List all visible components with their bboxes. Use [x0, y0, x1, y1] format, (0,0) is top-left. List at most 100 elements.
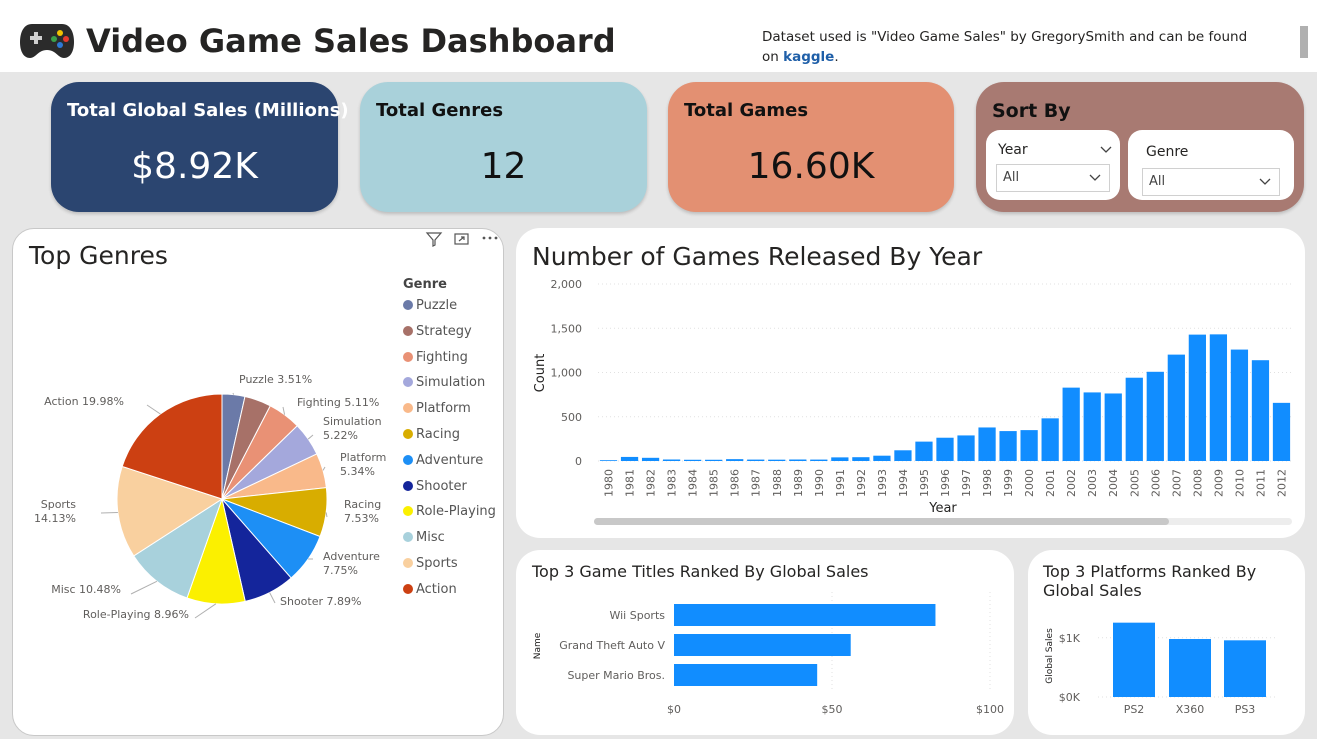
x-tick-label: $100: [976, 703, 1004, 716]
pie-leader-line: [325, 512, 328, 518]
bar-2011: [1251, 360, 1270, 461]
top-platforms-chart[interactable]: $0K $1K PS2 X360 PS3 Global Sales: [1028, 550, 1305, 735]
bar-1993: [873, 455, 891, 461]
x-tick-label: 2004: [1107, 469, 1120, 497]
x-axis-title: Year: [928, 501, 957, 516]
legend-item-simulation[interactable]: Simulation: [403, 375, 485, 390]
x-tick-label: 2002: [1065, 469, 1078, 497]
pie-data-label: Sports 14.13%: [34, 498, 76, 525]
kaggle-link[interactable]: kaggle: [783, 49, 834, 65]
pie-leader-line: [130, 580, 158, 595]
x-tick-label: 1982: [645, 469, 658, 497]
top-titles-chart[interactable]: $0 $50 $100 Wii Sports Grand Theft Auto V Sup…: [516, 550, 1014, 735]
top-titles-panel: Top 3 Game Titles Ranked By Global Sales…: [516, 550, 1014, 735]
bar-2012: [1272, 402, 1291, 461]
x-tick-label: 1986: [729, 469, 742, 497]
x-tick-label: 2012: [1275, 469, 1288, 497]
bar-2006: [1146, 371, 1164, 461]
scrollbar-thumb[interactable]: [1300, 26, 1308, 58]
y-tick-label: Grand Theft Auto V: [559, 639, 665, 652]
x-tick-label: 2010: [1233, 469, 1246, 497]
genre-dropdown-value: All: [1149, 174, 1166, 189]
x-tick-label: 1980: [603, 469, 616, 497]
x-tick-label: 1995: [918, 469, 931, 497]
top-genres-panel[interactable]: Top Genres Genre Puzzle Strategy Fighting S…: [12, 228, 504, 736]
legend-label: Adventure: [416, 452, 484, 468]
legend-swatch: [403, 429, 413, 439]
filter-icon[interactable]: [425, 231, 443, 247]
legend-swatch: [403, 558, 413, 568]
bar-2002: [1062, 387, 1080, 461]
y-axis-title: Count: [533, 354, 548, 393]
bar-1981: [620, 456, 639, 461]
x-tick-label: PS2: [1124, 703, 1145, 716]
x-tick-label: 1990: [813, 469, 826, 497]
pie-leader-line: [232, 392, 235, 395]
chevron-down-icon: [1259, 178, 1271, 185]
legend-item-platform[interactable]: Platform: [403, 401, 471, 416]
x-tick-label: 2008: [1191, 469, 1204, 497]
legend-label: Role-Playing: [416, 504, 496, 520]
pie-data-label: Misc 10.48%: [51, 583, 121, 596]
legend-item-fighting[interactable]: Fighting: [403, 350, 468, 365]
x-tick-label: 2000: [1023, 469, 1036, 497]
x-tick-label: 1983: [666, 469, 679, 497]
bar-1996: [936, 437, 954, 461]
total-games-value: 16.60K: [747, 146, 875, 187]
horizontal-scrollbar[interactable]: [594, 518, 1292, 525]
bar-1988: [768, 459, 786, 461]
pie-leader-line: [100, 511, 118, 514]
x-tick-label: 1997: [960, 469, 973, 497]
x-tick-label: 1984: [687, 469, 700, 497]
bar-2008: [1188, 334, 1206, 461]
legend-label: Simulation: [416, 375, 486, 391]
pie-data-label: Fighting 5.11%: [297, 396, 379, 409]
x-tick-label: 1987: [750, 469, 763, 497]
legend-label: Fighting: [416, 349, 468, 365]
x-tick-label: X360: [1176, 703, 1205, 716]
header-bar: Video Game Sales Dashboard Dataset used …: [0, 0, 1317, 72]
x-tick-label: 2003: [1086, 469, 1099, 497]
legend-item-misc[interactable]: Misc: [403, 530, 445, 545]
pie-data-label: Puzzle 3.51%: [239, 373, 312, 386]
total-genres-label: Total Genres: [376, 100, 504, 121]
scrollbar-thumb[interactable]: [594, 518, 1169, 525]
pie-leader-line: [146, 404, 161, 415]
bar-platform-PS3: [1224, 640, 1266, 697]
legend-item-action[interactable]: Action: [403, 582, 457, 597]
bar-2003: [1083, 392, 1101, 461]
legend-item-role-playing[interactable]: Role-Playing: [403, 504, 496, 519]
legend-label: Sports: [416, 556, 458, 571]
legend-label: Shooter: [416, 478, 467, 494]
pie-data-label: Simulation 5.22%: [323, 415, 382, 442]
legend-item-strategy[interactable]: Strategy: [403, 324, 472, 339]
genre-pie-chart[interactable]: Puzzle 3.51% Fighting 5.11% Simulation 5.22…: [13, 229, 393, 735]
bar-2010: [1230, 349, 1249, 461]
legend-label: Strategy: [416, 323, 472, 339]
x-tick-label: 1985: [708, 469, 721, 497]
legend-swatch: [403, 454, 413, 465]
x-tick-label: 1994: [897, 469, 910, 497]
legend-item-sports[interactable]: Sports: [403, 556, 458, 571]
year-dropdown[interactable]: All: [996, 164, 1110, 192]
dataset-note-end: .: [834, 49, 839, 65]
pie-data-label: Shooter 7.89%: [280, 595, 361, 608]
x-tick-label: 2006: [1149, 469, 1162, 497]
chevron-down-icon[interactable]: [1100, 146, 1112, 154]
bar-1983: [662, 459, 681, 461]
x-tick-label: 1999: [1002, 469, 1015, 497]
legend-item-puzzle[interactable]: Puzzle: [403, 298, 457, 313]
genre-dropdown[interactable]: All: [1142, 168, 1280, 196]
more-options-icon[interactable]: [481, 233, 499, 243]
legend-item-racing[interactable]: Racing: [403, 427, 460, 442]
x-tick-label: 1981: [624, 469, 637, 497]
games-by-year-chart[interactable]: 0 500 1,000 1,500 2,000 1980 1981 1982 1983 1984 1…: [516, 228, 1305, 538]
focus-mode-icon[interactable]: [454, 232, 470, 246]
y-tick-label: Wii Sports: [609, 609, 665, 622]
legend-label: Misc: [416, 530, 445, 546]
legend-item-shooter[interactable]: Shooter: [403, 479, 467, 494]
y-tick-label: 500: [561, 411, 582, 424]
x-tick-label: 1991: [834, 469, 847, 497]
legend-item-adventure[interactable]: Adventure: [403, 453, 483, 468]
pie-leader-line: [269, 592, 276, 604]
